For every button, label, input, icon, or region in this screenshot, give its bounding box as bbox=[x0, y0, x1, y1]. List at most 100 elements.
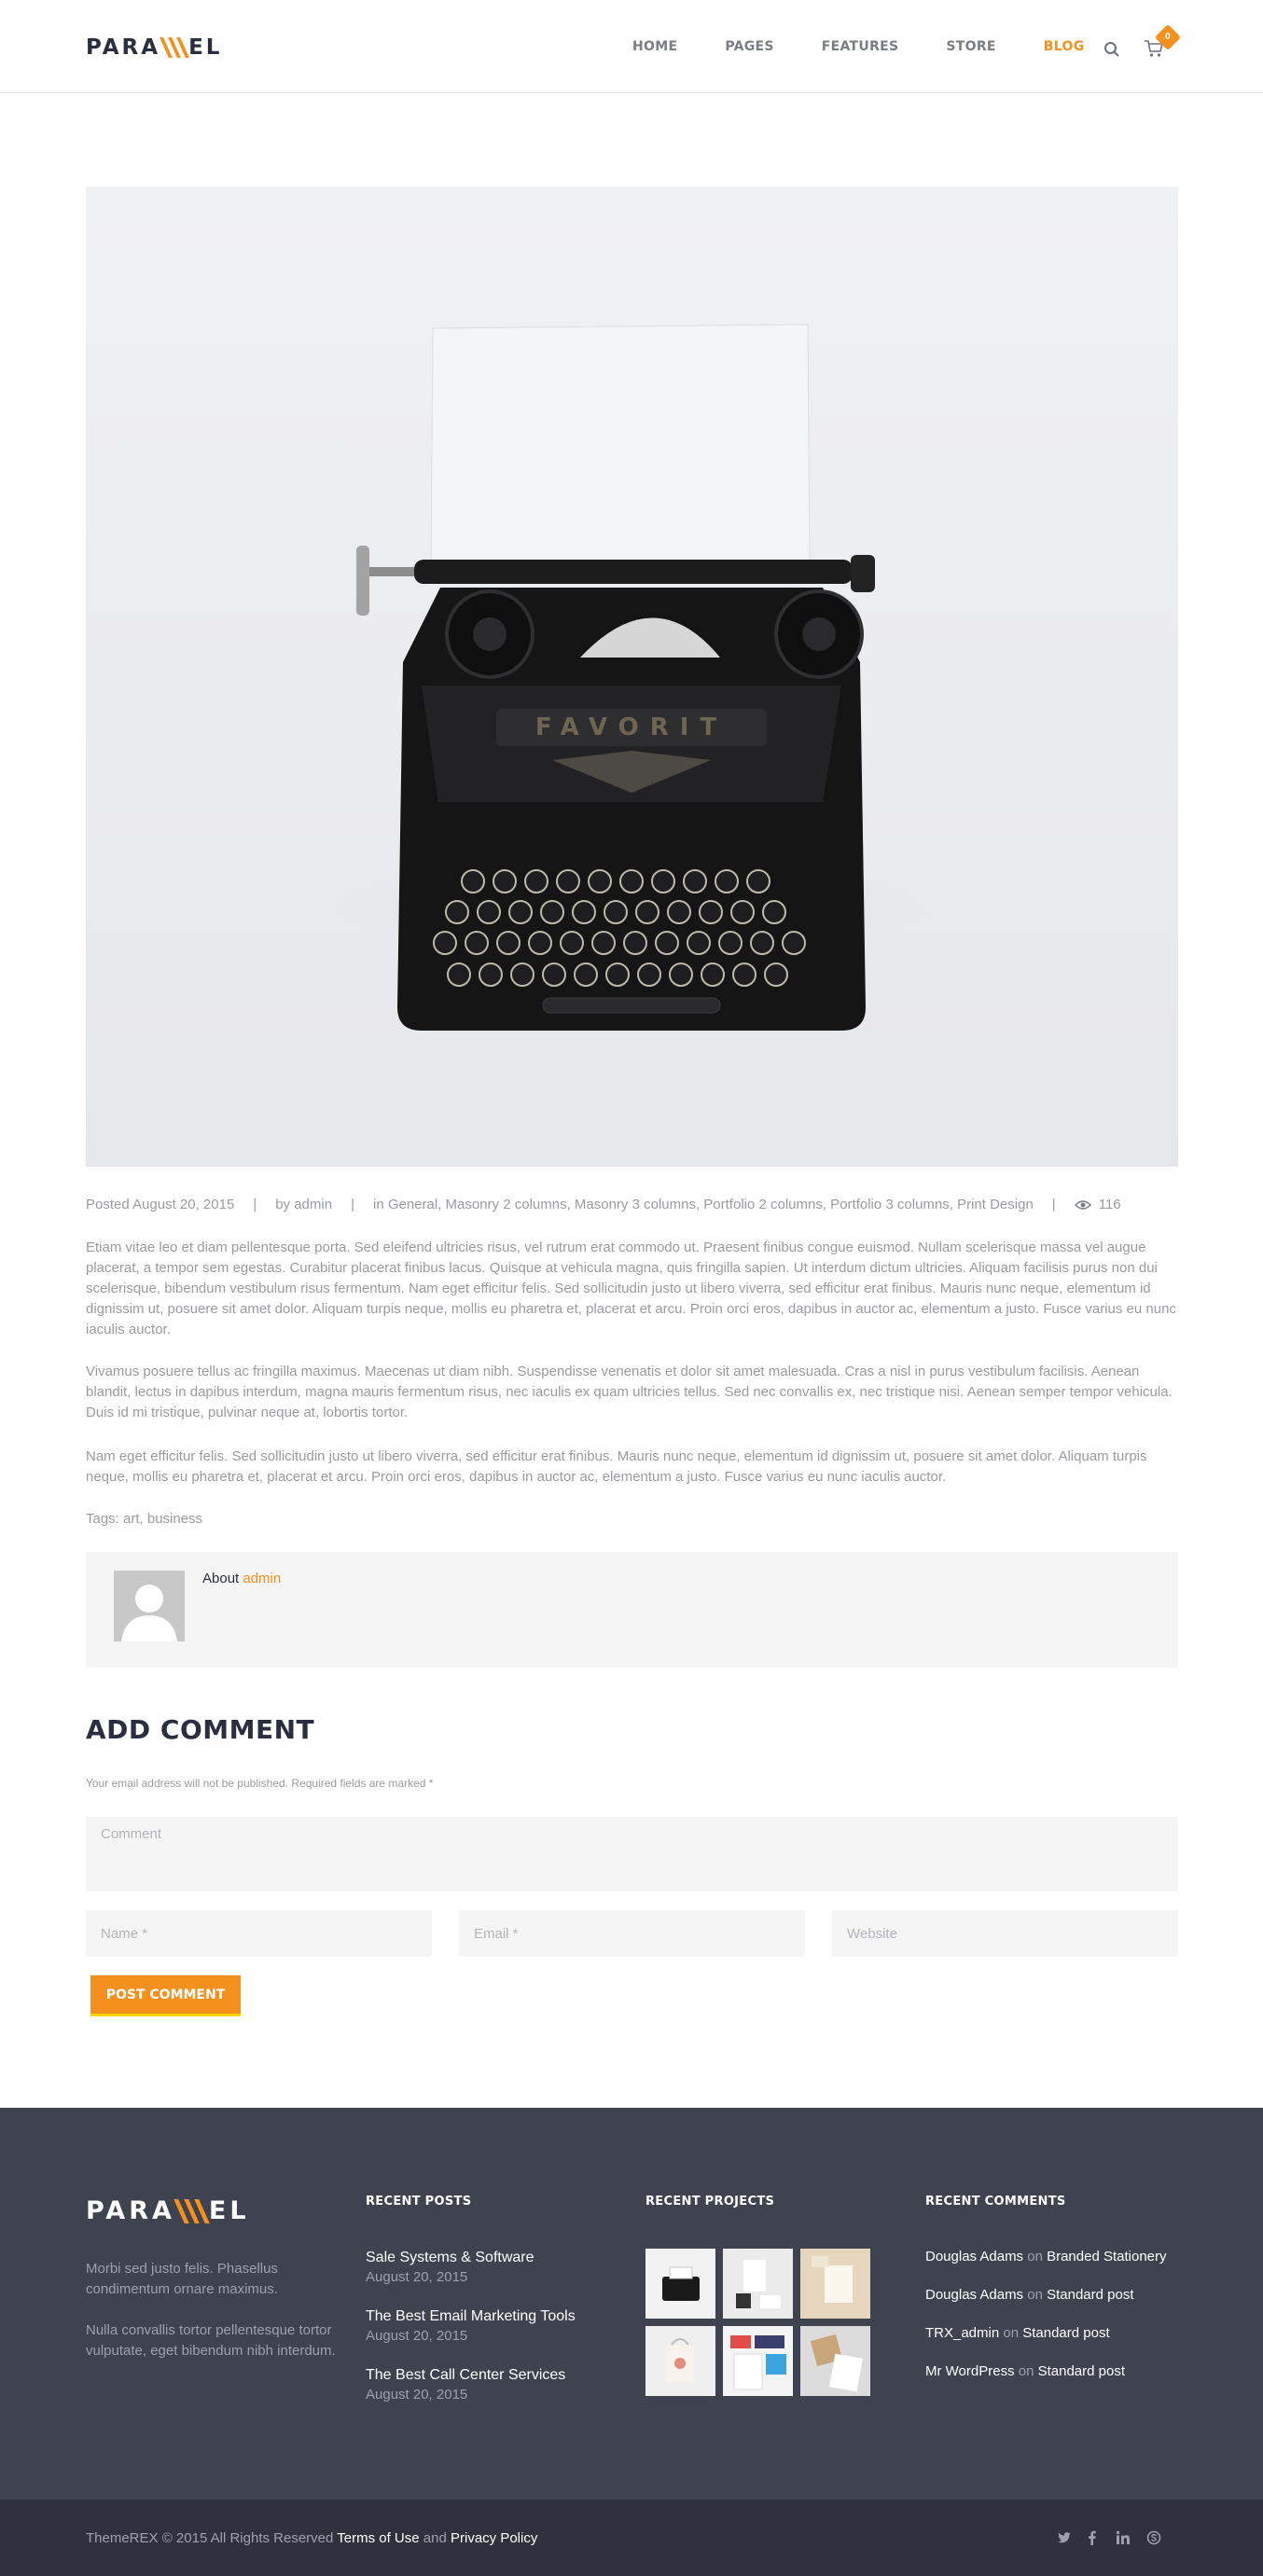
typewriter-key bbox=[669, 963, 693, 987]
comment-post-link[interactable]: Standard post bbox=[1022, 2325, 1109, 2341]
comment-author[interactable]: Douglas Adams bbox=[925, 2249, 1023, 2264]
email-field[interactable] bbox=[459, 1910, 805, 1957]
typewriter-key bbox=[619, 869, 644, 893]
typewriter-key bbox=[540, 900, 564, 924]
typewriter-illustration: FAVORIT bbox=[314, 324, 949, 1031]
footer-about-text: Morbi sed justo felis. Phasellus condime… bbox=[86, 2261, 278, 2297]
recent-post-item[interactable]: The Best Call Center Services August 20,… bbox=[366, 2365, 599, 2404]
author-link[interactable]: admin bbox=[243, 1571, 281, 1586]
views-count: 116 bbox=[1098, 1197, 1121, 1212]
copyright-text: ThemeREX © 2015 All Rights Reserved Term… bbox=[86, 2530, 538, 2546]
project-thumbnail[interactable] bbox=[800, 2326, 870, 2396]
author-box: About admin bbox=[86, 1552, 1178, 1668]
brand-link[interactable]: ThemeREX bbox=[86, 2530, 159, 2546]
recent-comment-item: Mr WordPress on Standard post bbox=[925, 2363, 1126, 2379]
typewriter-key bbox=[701, 963, 725, 987]
typewriter-key bbox=[750, 931, 774, 955]
footer-bottom-bar: ThemeREX © 2015 All Rights Reserved Term… bbox=[0, 2500, 1263, 2576]
recent-projects-title: RECENT PROJECTS bbox=[645, 2195, 775, 2209]
typewriter-key bbox=[465, 931, 489, 955]
post-tags[interactable]: Tags: art, business bbox=[86, 1511, 202, 1527]
typewriter-key bbox=[730, 900, 755, 924]
typewriter-key bbox=[623, 931, 647, 955]
typewriter-key bbox=[651, 869, 675, 893]
avatar bbox=[114, 1571, 185, 1641]
recent-post-title[interactable]: Sale Systems & Software bbox=[366, 2248, 599, 2267]
skype-icon[interactable] bbox=[1146, 2530, 1161, 2545]
nav-pages[interactable]: PAGES bbox=[725, 39, 773, 54]
typewriter-key bbox=[782, 931, 806, 955]
comment-form-note: Your email address will not be published… bbox=[86, 1777, 434, 1790]
privacy-link[interactable]: Privacy Policy bbox=[451, 2530, 537, 2546]
name-field[interactable] bbox=[86, 1910, 432, 1957]
comment-post-link[interactable]: Standard post bbox=[1047, 2287, 1133, 2303]
project-thumbnail[interactable] bbox=[723, 2326, 793, 2396]
typewriter-key bbox=[556, 869, 580, 893]
recent-post-item[interactable]: Sale Systems & Software August 20, 2015 bbox=[366, 2248, 599, 2287]
comment-form-title: ADD COMMENT bbox=[86, 1714, 315, 1745]
meta-separator: | bbox=[351, 1197, 354, 1212]
recent-comments-title: RECENT COMMENTS bbox=[925, 2195, 1066, 2209]
comment-author[interactable]: TRX_admin bbox=[925, 2325, 999, 2341]
typewriter-key bbox=[524, 869, 548, 893]
typewriter-key bbox=[493, 869, 517, 893]
site-logo[interactable]: PARA EL bbox=[86, 35, 222, 60]
project-thumbnail[interactable] bbox=[645, 2326, 715, 2396]
typewriter-key bbox=[479, 963, 503, 987]
project-thumbnail[interactable] bbox=[645, 2249, 715, 2319]
typewriter-key bbox=[635, 900, 659, 924]
comment-post-link[interactable]: Standard post bbox=[1038, 2363, 1125, 2379]
recent-post-title[interactable]: The Best Email Marketing Tools bbox=[366, 2306, 599, 2326]
typewriter-key bbox=[687, 931, 711, 955]
post-date[interactable]: Posted August 20, 2015 bbox=[86, 1197, 234, 1212]
author-about: About admin bbox=[202, 1571, 282, 1586]
typewriter-key bbox=[746, 869, 770, 893]
facebook-icon[interactable] bbox=[1085, 2530, 1100, 2545]
typewriter-key bbox=[528, 931, 552, 955]
linkedin-icon[interactable] bbox=[1116, 2530, 1131, 2545]
twitter-icon[interactable] bbox=[1057, 2530, 1072, 2545]
site-footer: PARA EL bbox=[0, 2108, 1263, 2500]
nav-store[interactable]: STORE bbox=[946, 39, 995, 54]
typewriter-key bbox=[655, 931, 679, 955]
typewriter-key bbox=[574, 963, 598, 987]
nav-blog[interactable]: BLOG bbox=[1044, 39, 1085, 54]
recent-post-title[interactable]: The Best Call Center Services bbox=[366, 2365, 599, 2385]
comment-textarea[interactable] bbox=[86, 1817, 1178, 1891]
footer-about-text: Nulla convallis tortor pellentesque tort… bbox=[86, 2322, 336, 2359]
typewriter-key bbox=[560, 931, 584, 955]
post-author[interactable]: by admin bbox=[275, 1197, 332, 1212]
typewriter-key bbox=[762, 900, 786, 924]
nav-home[interactable]: HOME bbox=[632, 39, 677, 54]
recent-posts-title: RECENT POSTS bbox=[366, 2195, 472, 2209]
typewriter-key bbox=[433, 931, 457, 955]
typewriter-key bbox=[605, 963, 630, 987]
website-field[interactable] bbox=[832, 1910, 1178, 1957]
terms-link[interactable]: Terms of Use bbox=[337, 2530, 419, 2546]
recent-post-item[interactable]: The Best Email Marketing Tools August 20… bbox=[366, 2306, 599, 2346]
comment-author[interactable]: Douglas Adams bbox=[925, 2287, 1023, 2303]
typewriter-key bbox=[683, 869, 707, 893]
search-icon[interactable] bbox=[1103, 41, 1120, 58]
post-meta: Posted August 20, 2015 | by admin | in G… bbox=[86, 1197, 1178, 1212]
footer-logo[interactable]: PARA EL bbox=[86, 2196, 250, 2225]
comment-author[interactable]: Mr WordPress bbox=[925, 2363, 1015, 2379]
post-views: 116 bbox=[1074, 1197, 1121, 1212]
typewriter-key bbox=[699, 900, 723, 924]
meta-separator: | bbox=[1051, 1197, 1056, 1212]
typewriter-key bbox=[445, 900, 469, 924]
post-categories[interactable]: in General, Masonry 2 columns, Masonry 3… bbox=[373, 1197, 1034, 1212]
typewriter-key bbox=[542, 963, 566, 987]
recent-comment-item: Douglas Adams on Branded Stationery bbox=[925, 2249, 1167, 2264]
recent-post-date: August 20, 2015 bbox=[366, 2387, 468, 2403]
post-comment-button[interactable]: POST COMMENT bbox=[90, 1975, 241, 2016]
typewriter-key bbox=[510, 963, 534, 987]
typewriter-key bbox=[718, 931, 743, 955]
typewriter-key bbox=[447, 963, 471, 987]
post-paragraph: Nam eget efficitur felis. Sed sollicitud… bbox=[86, 1448, 1147, 1485]
project-thumbnail[interactable] bbox=[723, 2249, 793, 2319]
typewriter-key bbox=[591, 931, 616, 955]
nav-features[interactable]: FEATURES bbox=[822, 39, 899, 54]
comment-post-link[interactable]: Branded Stationery bbox=[1047, 2249, 1166, 2264]
project-thumbnail[interactable] bbox=[800, 2249, 870, 2319]
